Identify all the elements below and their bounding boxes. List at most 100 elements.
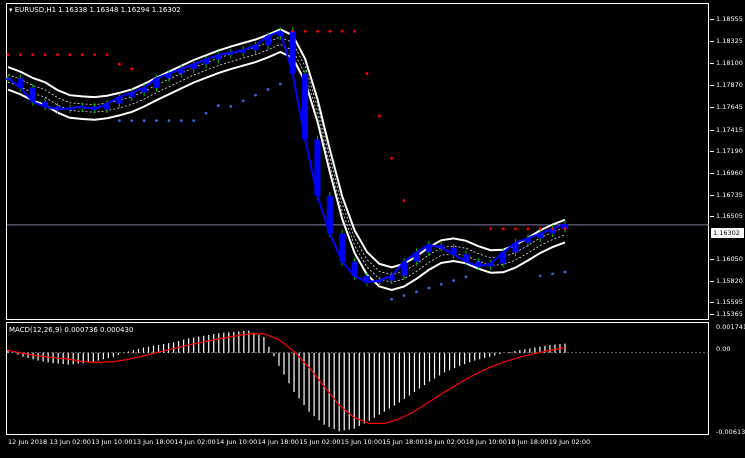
sar-dot bbox=[93, 53, 97, 57]
sar-dot bbox=[538, 227, 542, 231]
sar-dot bbox=[328, 29, 332, 33]
price-label: 1.16735 bbox=[716, 191, 743, 199]
time-label: 15 Jun 02:00 bbox=[299, 438, 341, 446]
envelope-band bbox=[7, 28, 566, 269]
sar-dot bbox=[340, 29, 344, 33]
price-tick bbox=[710, 173, 714, 174]
sar-dot bbox=[390, 297, 394, 301]
time-label: 18 Jun 18:00 bbox=[507, 438, 549, 446]
price-label: 1.16960 bbox=[716, 169, 743, 177]
macd-signal-line bbox=[7, 333, 566, 424]
chart-window[interactable]: ▾ EURUSD,H1 1.16338 1.16348 1.16294 1.16… bbox=[0, 0, 745, 458]
price-label: 1.16050 bbox=[716, 255, 743, 263]
price-tick bbox=[710, 85, 714, 86]
sar-dot bbox=[68, 53, 72, 57]
sar-dot bbox=[130, 119, 134, 123]
time-label: 13 Jun 18:00 bbox=[132, 438, 175, 446]
price-label: 1.18325 bbox=[716, 37, 743, 45]
time-label: 13 Jun 10:00 bbox=[91, 438, 133, 446]
price-label: 1.15820 bbox=[716, 277, 743, 285]
sar-dot bbox=[105, 53, 109, 57]
price-line bbox=[7, 29, 566, 284]
sar-dot bbox=[415, 290, 418, 294]
time-label: 14 Jun 02:00 bbox=[174, 438, 216, 446]
price-tick bbox=[710, 259, 714, 260]
sar-dot bbox=[439, 282, 443, 286]
sar-dot bbox=[130, 67, 134, 71]
price-label: 1.16505 bbox=[716, 212, 743, 220]
price-tick bbox=[710, 195, 714, 196]
price-tick bbox=[710, 130, 714, 131]
sar-dot bbox=[217, 104, 220, 107]
sar-dot bbox=[526, 227, 530, 231]
time-label: 18 Jun 02:00 bbox=[424, 438, 466, 446]
sar-dot bbox=[118, 62, 121, 66]
sar-dot bbox=[56, 53, 59, 57]
sar-dot bbox=[489, 227, 493, 231]
sar-dot bbox=[538, 274, 542, 278]
sar-dot bbox=[303, 29, 307, 33]
sar-dot bbox=[179, 119, 183, 123]
price-tick bbox=[710, 107, 714, 108]
chart-drawing bbox=[5, 27, 709, 432]
macd-header: MACD(12,26,9) 0.000736 0.000430 bbox=[9, 326, 134, 334]
time-label: 14 Jun 18:00 bbox=[257, 438, 299, 446]
envelope-band bbox=[7, 36, 566, 276]
price-tick bbox=[710, 281, 714, 282]
time-label: 12 Jun 2018 bbox=[8, 438, 48, 446]
sar-dot bbox=[427, 286, 431, 290]
macd-axis-label: 0.00 bbox=[716, 345, 731, 353]
price-label: 1.15365 bbox=[716, 310, 743, 318]
sar-dot bbox=[464, 275, 468, 279]
sar-dot bbox=[377, 114, 381, 118]
sar-dot bbox=[266, 88, 270, 91]
time-label: 19 Jun 02:00 bbox=[548, 438, 591, 446]
sar-dot bbox=[353, 29, 356, 33]
sar-dot bbox=[365, 72, 369, 75]
price-tick bbox=[710, 19, 714, 20]
symbol-header: ▾ EURUSD,H1 1.16338 1.16348 1.16294 1.16… bbox=[9, 6, 181, 14]
sar-dot bbox=[452, 279, 455, 282]
price-label: 1.18100 bbox=[716, 59, 743, 67]
current-price-tag: 1.16302 bbox=[711, 228, 744, 238]
sar-dot bbox=[31, 53, 35, 57]
time-label: 13 Jun 02:00 bbox=[49, 438, 91, 446]
time-label: 14 Jun 10:00 bbox=[216, 438, 258, 446]
macd-axis-label: 0.001741 bbox=[716, 323, 745, 331]
price-label: 1.15595 bbox=[716, 298, 743, 306]
sar-dot bbox=[18, 53, 22, 57]
sar-dot bbox=[390, 156, 394, 160]
sar-dot bbox=[563, 270, 567, 274]
symbol-header-text: EURUSD,H1 1.16338 1.16348 1.16294 1.1630… bbox=[14, 6, 181, 14]
price-tick bbox=[710, 41, 714, 42]
sar-dot bbox=[155, 119, 158, 123]
sar-dot bbox=[316, 29, 319, 33]
sar-dot bbox=[514, 227, 517, 231]
time-label: 18 Jun 10:00 bbox=[465, 438, 507, 446]
price-label: 1.18555 bbox=[716, 15, 743, 23]
time-label: 15 Jun 18:00 bbox=[382, 438, 424, 446]
sar-dot bbox=[278, 82, 282, 86]
sar-dot bbox=[402, 199, 406, 202]
sar-dot bbox=[229, 105, 233, 108]
price-tick bbox=[710, 314, 714, 315]
price-label: 1.17870 bbox=[716, 81, 743, 89]
sar-dot bbox=[80, 53, 84, 57]
price-tick bbox=[710, 302, 714, 303]
time-label: 15 Jun 10:00 bbox=[340, 438, 383, 446]
sar-dot bbox=[204, 111, 208, 115]
sar-dot bbox=[291, 29, 295, 33]
price-label: 1.17645 bbox=[716, 103, 743, 111]
macd-axis-label: -0.006134 bbox=[716, 428, 745, 436]
sar-dot bbox=[254, 93, 257, 97]
sar-dot bbox=[501, 227, 505, 231]
sar-dot bbox=[563, 227, 567, 231]
sar-dot bbox=[43, 53, 47, 57]
price-tick bbox=[710, 151, 714, 152]
price-tick bbox=[710, 216, 714, 217]
sar-dot bbox=[167, 119, 171, 123]
sar-dot bbox=[402, 294, 406, 297]
sar-dot bbox=[118, 119, 121, 123]
envelope-band bbox=[7, 50, 566, 291]
sar-dot bbox=[551, 227, 555, 231]
